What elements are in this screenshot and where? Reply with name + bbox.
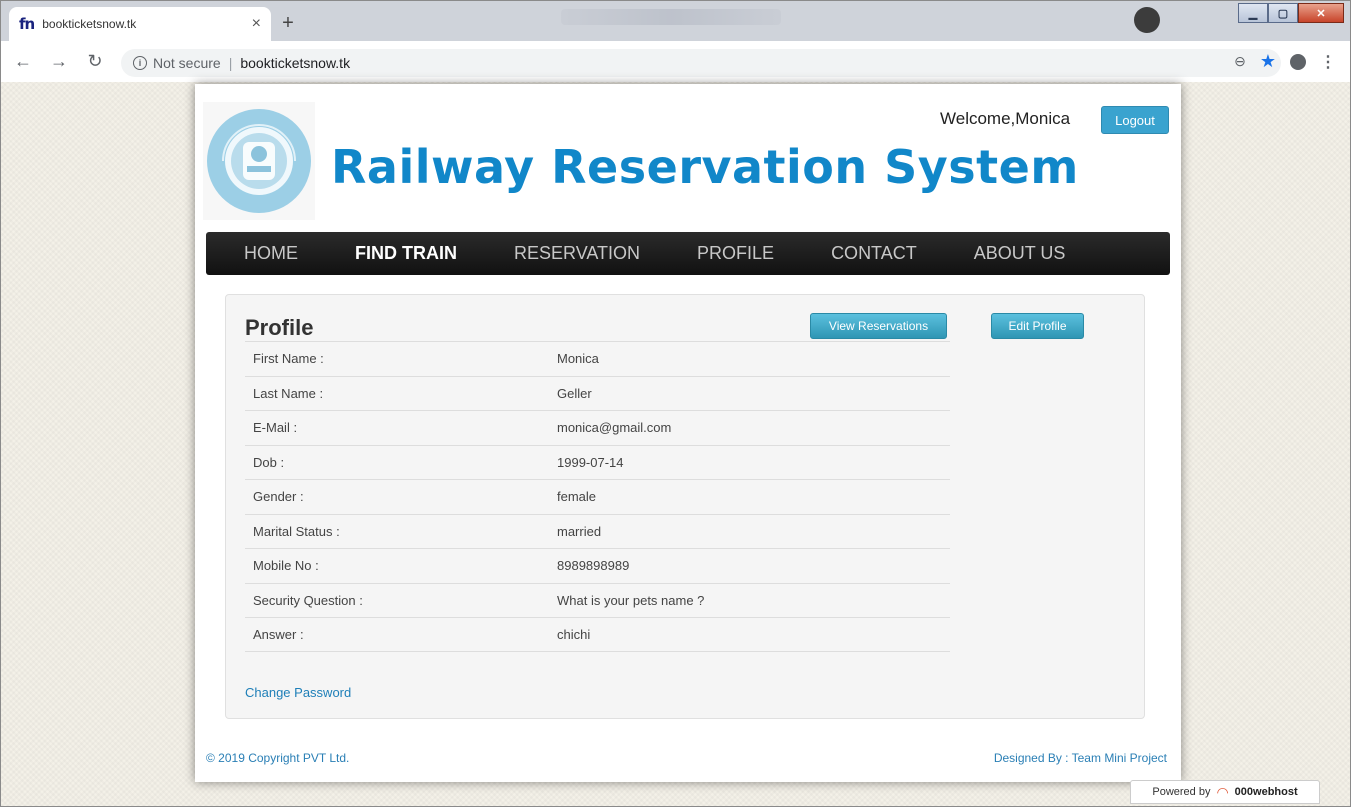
indian-railways-logo-icon (203, 102, 315, 220)
powered-by-label: Powered by (1152, 786, 1211, 798)
view-reservations-button[interactable]: View Reservations (810, 313, 947, 339)
browser-tab[interactable]: fn bookticketsnow.tk × (9, 7, 271, 41)
field-value: chichi (557, 626, 591, 642)
browser-toolbar: ← → ↻ i Not secure | bookticketsnow.tk ⊖… (1, 41, 1350, 83)
profile-table: First Name : Monica Last Name : Geller E… (245, 341, 950, 652)
table-row: Gender : female (245, 479, 950, 514)
field-value: What is your pets name ? (557, 592, 705, 608)
logout-button[interactable]: Logout (1101, 106, 1169, 134)
url-text: bookticketsnow.tk (240, 55, 351, 71)
site-header: Railway Reservation System Welcome,Monic… (195, 84, 1181, 232)
nav-item-find-train[interactable]: FIND TRAIN (355, 243, 457, 264)
field-value: monica@gmail.com (557, 420, 672, 436)
change-password-link[interactable]: Change Password (245, 685, 351, 700)
field-value: female (557, 489, 597, 505)
field-label: Marital Status : (253, 523, 340, 539)
tab-title: bookticketsnow.tk (42, 17, 137, 31)
page-viewport: Railway Reservation System Welcome,Monic… (0, 82, 1351, 807)
table-row: First Name : Monica (245, 341, 950, 376)
nav-item-contact[interactable]: CONTACT (831, 243, 917, 264)
reload-icon[interactable]: ↻ (85, 51, 105, 71)
footer-designed-by: Designed By : Team Mini Project (993, 751, 1167, 765)
info-icon[interactable]: i (133, 56, 147, 70)
nav-item-about-us[interactable]: ABOUT US (974, 243, 1066, 264)
table-row: Last Name : Geller (245, 375, 950, 411)
field-label: First Name : (253, 351, 324, 367)
menu-kebab-icon[interactable]: ⋮ (1320, 52, 1336, 72)
account-icon[interactable] (1290, 53, 1306, 70)
main-nav: HOME FIND TRAIN RESERVATION PROFILE CONT… (206, 232, 1170, 275)
nav-item-home[interactable]: HOME (244, 243, 298, 264)
field-value: 8989898989 (557, 558, 630, 574)
browser-chrome: fn bookticketsnow.tk × + ▁ ▢ ✕ ← → ↻ i N… (0, 0, 1351, 83)
page-title: Profile (245, 315, 314, 340)
maximize-button[interactable]: ▢ (1268, 3, 1298, 23)
nav-item-reservation[interactable]: RESERVATION (514, 243, 640, 264)
webhost-logo-icon: ◠ (1216, 783, 1229, 800)
table-row: Mobile No : 8989898989 (245, 548, 950, 583)
tab-strip: fn bookticketsnow.tk × + ▁ ▢ ✕ (1, 1, 1350, 41)
background-window-title (561, 9, 781, 25)
url-separator: | (228, 55, 233, 71)
field-value: Geller (557, 385, 592, 401)
footer-copyright: © 2019 Copyright PVT Ltd. (206, 751, 350, 765)
new-tab-button[interactable]: + (277, 13, 299, 33)
page-container: Railway Reservation System Welcome,Monic… (195, 84, 1181, 782)
window-controls: ▁ ▢ ✕ (1238, 3, 1344, 23)
field-value: Monica (557, 351, 599, 367)
address-bar[interactable]: i Not secure | bookticketsnow.tk (121, 49, 1281, 77)
toolbar-actions: ⊖ ★ ⋮ (1234, 51, 1336, 72)
forward-arrow-icon[interactable]: → (49, 51, 69, 71)
table-row: Security Question : What is your pets na… (245, 582, 950, 618)
field-value: 1999-07-14 (557, 454, 624, 470)
zoom-icon[interactable]: ⊖ (1234, 53, 1246, 70)
field-label: Gender : (253, 489, 304, 505)
favicon-icon: fn (19, 15, 35, 33)
not-secure-label: Not secure (153, 55, 221, 71)
table-row: Dob : 1999-07-14 (245, 444, 950, 480)
profile-panel: Profile View Reservations Edit Profile F… (225, 294, 1145, 719)
field-label: Dob : (253, 454, 285, 470)
site-title: Railway Reservation System (331, 140, 1079, 194)
edit-profile-button[interactable]: Edit Profile (991, 313, 1084, 339)
nav-item-profile[interactable]: PROFILE (697, 243, 774, 264)
window-close-button[interactable]: ✕ (1298, 3, 1344, 23)
table-row: Marital Status : married (245, 513, 950, 549)
field-label: Security Question : (253, 592, 363, 608)
powered-by-badge[interactable]: Powered by ◠ 000webhost (1130, 780, 1320, 804)
avatar (1134, 7, 1160, 33)
field-label: E-Mail : (253, 420, 298, 436)
field-label: Answer : (253, 626, 304, 642)
host-brand: 000webhost (1234, 786, 1298, 798)
table-row: Answer : chichi (245, 617, 950, 652)
back-arrow-icon[interactable]: ← (13, 51, 33, 71)
close-icon[interactable]: × (252, 15, 261, 33)
table-row: E-Mail : monica@gmail.com (245, 410, 950, 445)
welcome-text: Welcome,Monica (940, 109, 1071, 128)
field-label: Last Name : (253, 385, 324, 401)
minimize-button[interactable]: ▁ (1238, 3, 1268, 23)
field-value: married (557, 523, 602, 539)
field-label: Mobile No : (253, 558, 319, 574)
star-icon[interactable]: ★ (1260, 51, 1276, 72)
